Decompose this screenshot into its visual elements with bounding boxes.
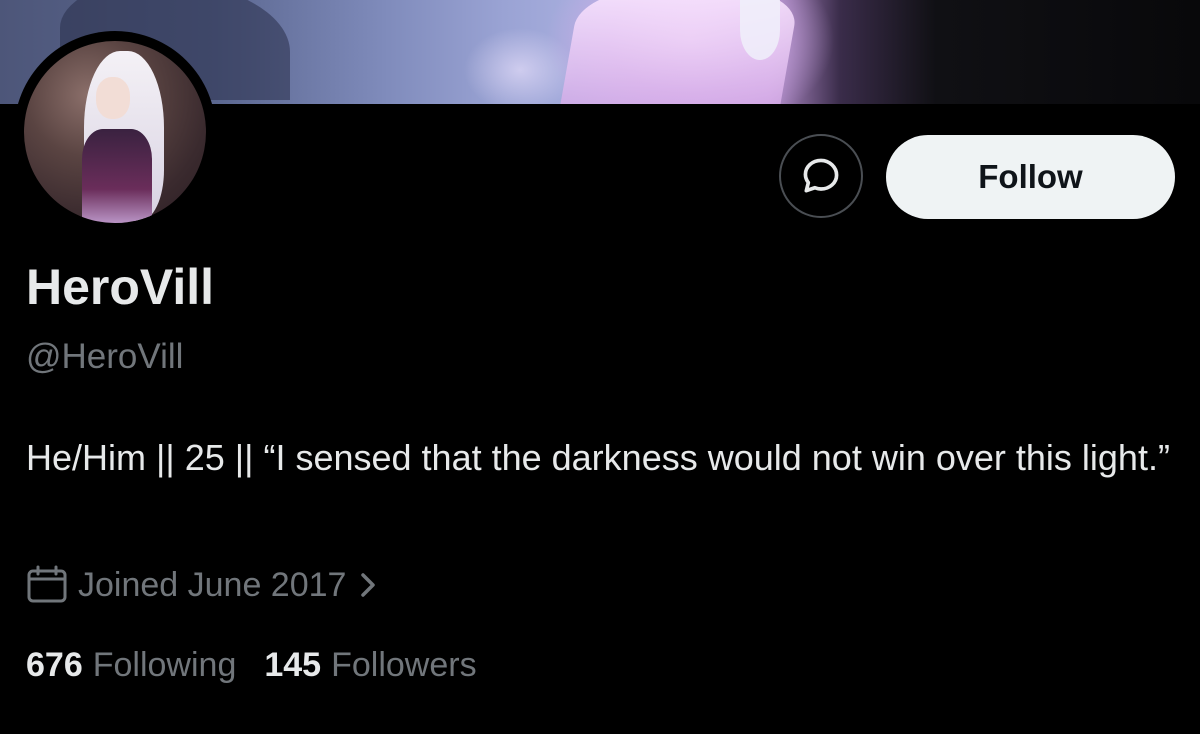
profile-bio: He/Him || 25 || “I sensed that the darkn… <box>26 437 1170 478</box>
joined-date-text: Joined June 2017 <box>78 565 347 604</box>
follow-button[interactable]: Follow <box>886 135 1175 219</box>
chevron-right-icon <box>361 573 376 597</box>
avatar[interactable] <box>24 41 206 223</box>
following-label: Following <box>92 646 237 684</box>
message-bubble-icon <box>803 158 839 193</box>
message-button[interactable] <box>779 134 863 218</box>
display-name: HeroVill <box>26 259 215 315</box>
joined-date-row[interactable]: Joined June 2017 <box>26 565 380 605</box>
following-link[interactable]: 676 Following <box>26 646 236 685</box>
followers-link[interactable]: 145 Followers <box>264 646 476 685</box>
user-handle: @HeroVill <box>26 337 184 376</box>
followers-label: Followers <box>331 646 477 684</box>
following-count: 676 <box>26 646 83 684</box>
avatar-figure-body <box>82 129 152 223</box>
followers-count: 145 <box>264 646 322 684</box>
follow-stats: 676 Following 145 Followers <box>26 646 505 685</box>
banner-hair-shape <box>740 0 780 60</box>
avatar-figure-face <box>96 77 130 119</box>
calendar-icon <box>27 565 67 603</box>
